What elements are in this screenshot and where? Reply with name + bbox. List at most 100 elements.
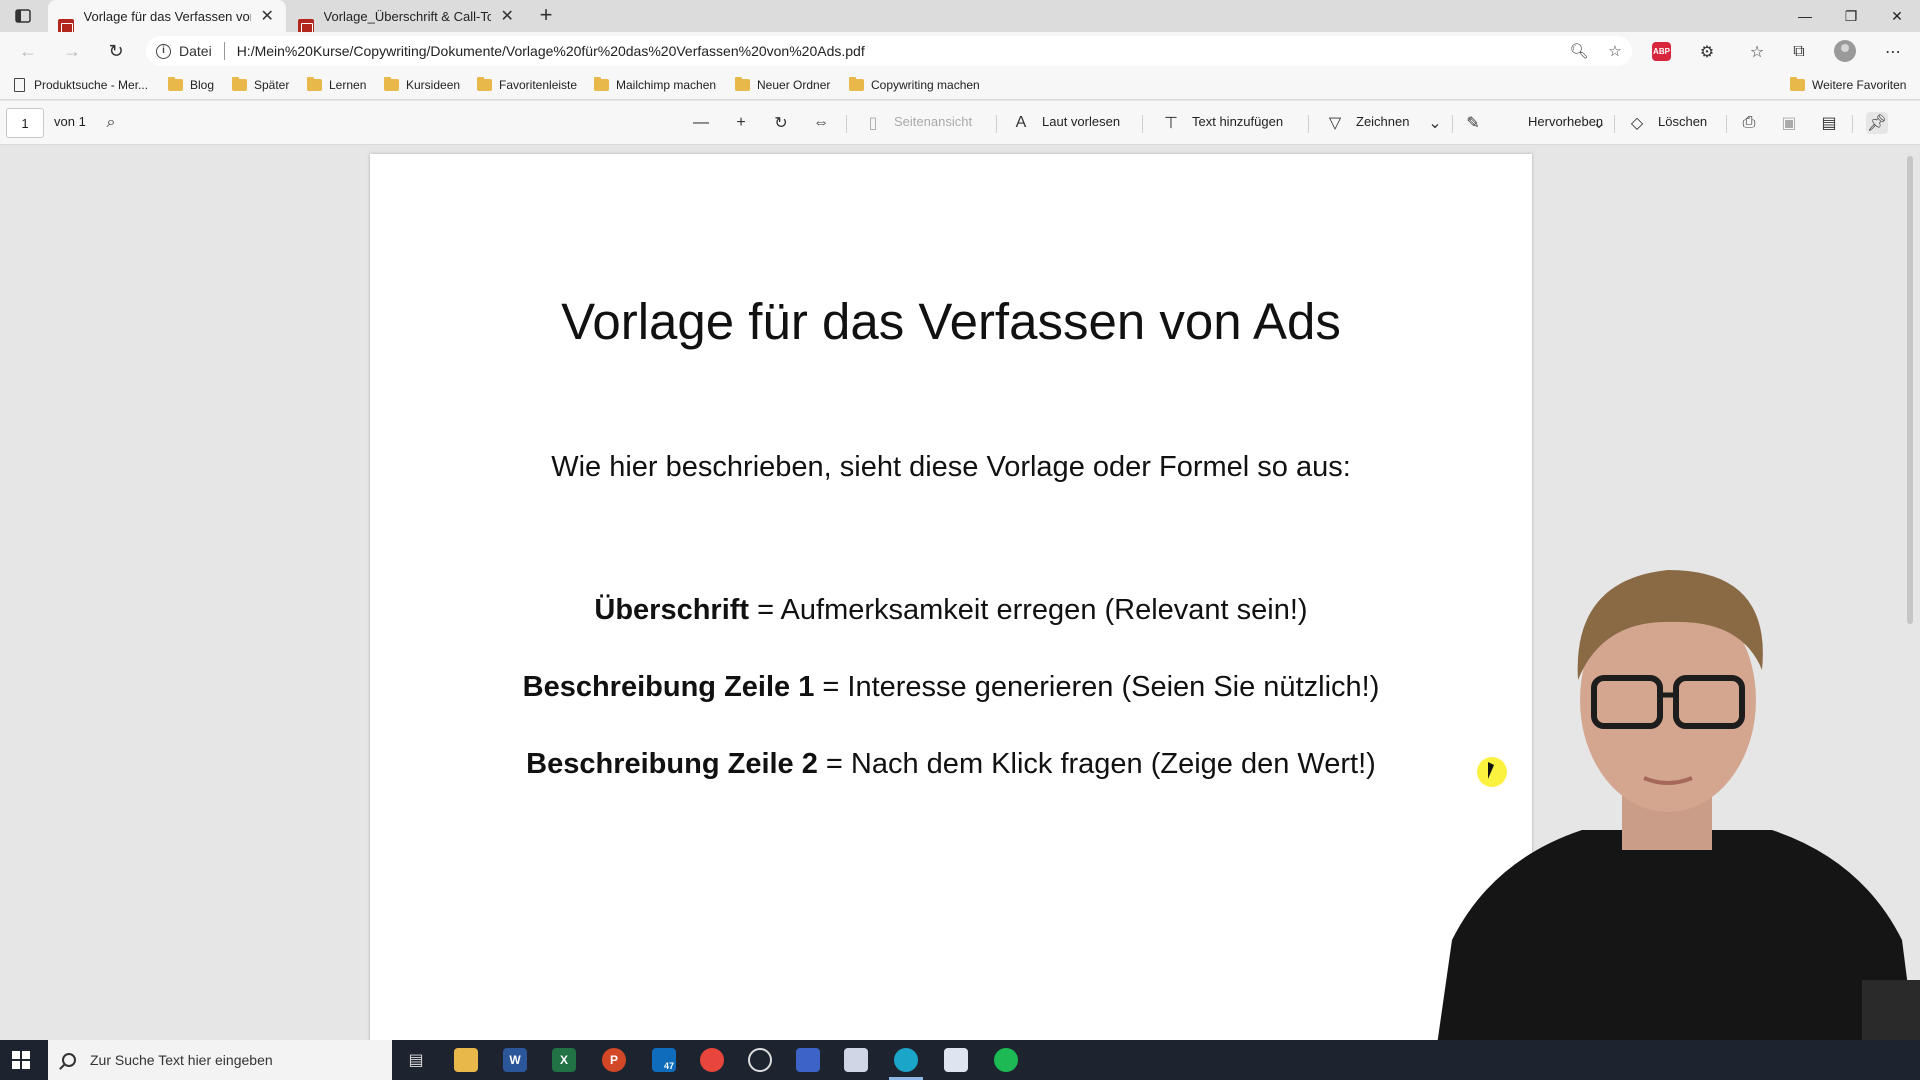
notepad-icon[interactable]	[944, 1048, 968, 1072]
folder-icon	[477, 77, 492, 91]
bookmark-label: Kursideen	[406, 78, 461, 92]
search-placeholder: Zur Suche Text hier eingeben	[90, 1052, 273, 1068]
bookmark-folder[interactable]: Lernen	[307, 76, 366, 94]
mail-badge: 47	[663, 1061, 674, 1071]
formula-label: Beschreibung Zeile 2	[526, 748, 818, 780]
windows-start-icon[interactable]	[12, 1051, 30, 1069]
close-icon[interactable]: ✕	[259, 6, 276, 26]
minimize-button[interactable]: —	[1782, 0, 1828, 32]
formula-label: Beschreibung Zeile 1	[522, 671, 815, 703]
tab-inactive[interactable]: Vorlage_Überschrift & Call-To-Action ✕	[288, 0, 526, 35]
tab-strip: Vorlage für das Verfassen von Ads ✕ Vorl…	[0, 0, 1920, 35]
extensions-icon[interactable]: ⚙	[1696, 41, 1718, 63]
divider	[1614, 115, 1615, 133]
url-text: H:/Mein%20Kurse/Copywriting/Dokumente/Vo…	[236, 43, 865, 59]
bookmark-folder[interactable]: Später	[232, 76, 289, 94]
bookmark-label: Mailchimp machen	[616, 78, 717, 92]
bookmarks-bar: Produktsuche - Mer... Blog Später Lernen…	[0, 70, 1920, 100]
excel-icon[interactable]: X	[552, 1048, 576, 1072]
powerpoint-icon[interactable]: P	[602, 1048, 626, 1072]
taskbar-search-input[interactable]: Zur Suche Text hier eingeben	[48, 1040, 392, 1080]
close-icon[interactable]: ✕	[499, 6, 516, 26]
zoom-in-icon[interactable]: +	[730, 112, 752, 134]
reload-icon[interactable]: ↻	[102, 39, 130, 63]
url-field[interactable]: i Datei H:/Mein%20Kurse/Copywriting/Doku…	[146, 36, 1632, 66]
app-icon[interactable]	[844, 1048, 868, 1072]
edge-icon[interactable]	[894, 1048, 918, 1072]
more-menu-icon[interactable]: ⋯	[1882, 41, 1904, 63]
folder-icon	[232, 77, 247, 91]
rotate-icon[interactable]: ↻	[770, 112, 792, 134]
folder-icon	[1790, 77, 1805, 91]
profile-avatar[interactable]	[1834, 40, 1856, 62]
formula-text: = Aufmerksamkeit erregen (Relevant sein!…	[749, 594, 1308, 626]
bookmark-folder[interactable]: Blog	[168, 76, 214, 94]
add-favorite-icon[interactable]: ☆	[1600, 36, 1630, 66]
erase-button[interactable]: Löschen	[1658, 114, 1707, 129]
bookmark-folder[interactable]: Copywriting machen	[849, 76, 980, 94]
chevron-down-icon[interactable]: ⌄	[1424, 112, 1446, 134]
bookmark-label: Produktsuche - Mer...	[34, 78, 149, 92]
page-number-input[interactable]: 1	[6, 108, 44, 138]
zoom-icon[interactable]: 🔍︎	[1564, 36, 1594, 66]
search-icon[interactable]: ⌕	[100, 112, 122, 134]
bookmark-folder[interactable]: Neuer Ordner	[735, 76, 830, 94]
add-text-icon[interactable]: ⊤	[1160, 112, 1182, 134]
scroll-thumb[interactable]	[1907, 156, 1913, 624]
file-explorer-icon[interactable]	[454, 1048, 478, 1072]
other-favorites[interactable]: Weitere Favoriten	[1790, 76, 1906, 94]
divider	[1308, 115, 1309, 133]
folder-icon	[168, 77, 183, 91]
divider	[846, 115, 847, 133]
bookmark-label: Neuer Ordner	[757, 78, 831, 92]
tab-title: Vorlage für das Verfassen von Ads	[83, 8, 251, 24]
bookmark-folder[interactable]: Mailchimp machen	[594, 76, 716, 94]
formula-line: Beschreibung Zeile 1 = Interesse generie…	[370, 671, 1532, 704]
bookmark-label: Lernen	[329, 78, 367, 92]
collections-icon[interactable]: ⧉	[1788, 41, 1810, 63]
spotify-icon[interactable]	[994, 1048, 1018, 1072]
fit-page-icon[interactable]: ⇔	[810, 112, 832, 134]
window-close-button[interactable]: ✕	[1874, 0, 1920, 32]
new-tab-button[interactable]: +	[533, 3, 559, 29]
zoom-out-icon[interactable]: —	[690, 112, 712, 134]
draw-icon[interactable]: ▽	[1324, 112, 1346, 134]
bookmark-item[interactable]: Produktsuche - Mer...	[14, 76, 148, 94]
taskbar: Zur Suche Text hier eingeben ▤ W X P 47	[0, 1040, 1920, 1080]
add-text-button[interactable]: Text hinzufügen	[1192, 114, 1283, 129]
folder-icon	[594, 77, 609, 91]
document-title: Vorlage für das Verfassen von Ads	[561, 293, 1341, 350]
formula-line: Überschrift = Aufmerksamkeit erregen (Re…	[370, 594, 1532, 627]
page-total: von 1	[54, 114, 86, 129]
read-aloud-icon[interactable]: A	[1010, 112, 1032, 134]
back-arrow-icon[interactable]: ←	[14, 39, 42, 63]
formula-text: = Nach dem Klick fragen (Zeige den Wert!…	[817, 748, 1376, 780]
page-view-button: Seitenansicht	[894, 114, 973, 129]
word-icon[interactable]: W	[503, 1048, 527, 1072]
draw-button[interactable]: Zeichnen	[1356, 114, 1409, 129]
bookmark-folder[interactable]: Kursideen	[384, 76, 460, 94]
pin-icon[interactable]: 📌︎	[1866, 112, 1888, 134]
obs-icon[interactable]	[748, 1048, 772, 1072]
forward-arrow-icon[interactable]: →	[58, 39, 86, 63]
app-icon[interactable]	[796, 1048, 820, 1072]
bookmark-folder[interactable]: Favoritenleiste	[477, 76, 577, 94]
restore-button[interactable]: ❐	[1828, 0, 1874, 32]
tab-actions-icon[interactable]	[12, 6, 34, 26]
chrome-icon[interactable]	[700, 1048, 724, 1072]
print-icon[interactable]: ⎙	[1738, 112, 1760, 134]
save-as-icon[interactable]: ▤	[1818, 112, 1840, 134]
info-icon[interactable]: i	[156, 43, 171, 59]
tab-active[interactable]: Vorlage für das Verfassen von Ads ✕	[48, 0, 286, 35]
divider	[1142, 115, 1143, 133]
favorites-icon[interactable]: ☆	[1746, 41, 1768, 63]
adblock-icon[interactable]: ABP	[1652, 42, 1671, 61]
highlight-icon[interactable]: ✎	[1462, 112, 1484, 134]
chevron-down-icon[interactable]: ⌄	[1588, 112, 1610, 134]
read-aloud-button[interactable]: Laut vorlesen	[1042, 114, 1120, 129]
eraser-icon[interactable]: ◇	[1626, 112, 1648, 134]
mail-icon[interactable]: 47	[652, 1048, 676, 1072]
bookmark-label: Blog	[190, 78, 215, 92]
task-view-icon[interactable]: ▤	[404, 1048, 428, 1072]
divider	[223, 42, 225, 60]
